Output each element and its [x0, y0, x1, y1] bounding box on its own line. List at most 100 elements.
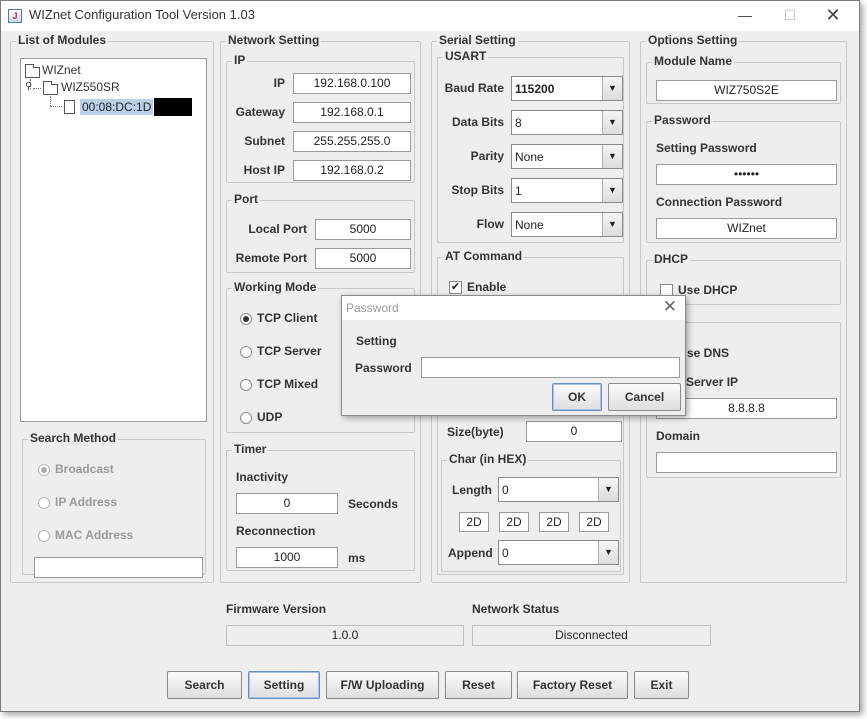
stop-bits-dropdown[interactable]: 1 ▼ — [511, 178, 623, 203]
tcp-mixed-radio[interactable] — [240, 379, 252, 391]
chevron-down-icon[interactable]: ▼ — [602, 145, 622, 168]
password-dialog: Password ✕ Setting Password OK Cancel — [341, 295, 686, 416]
gateway-field[interactable]: 192.168.0.1 — [293, 102, 411, 123]
length-value: 0 — [502, 483, 509, 497]
host-ip-label: Host IP — [243, 163, 285, 177]
search-method-title: Search Method — [28, 431, 119, 445]
mac-address-label: MAC Address — [55, 528, 134, 542]
reconnection-field[interactable]: 1000 — [236, 547, 338, 568]
dialog-title-bar: Password ✕ — [342, 296, 685, 320]
tcp-server-radio[interactable] — [240, 346, 252, 358]
firmware-version-label: Firmware Version — [226, 602, 327, 616]
dialog-title: Password — [346, 301, 399, 315]
exit-button[interactable]: Exit — [634, 671, 689, 699]
tree-node-device[interactable]: WIZ550SR — [61, 80, 120, 94]
network-setting-title: Network Setting — [226, 33, 322, 47]
network-status-label: Network Status — [472, 602, 560, 616]
data-bits-value: 8 — [515, 116, 522, 130]
baud-rate-dropdown[interactable]: 115200 ▼ — [511, 76, 623, 101]
hex-char-field[interactable]: 2D — [579, 512, 609, 532]
dialog-ok-button[interactable]: OK — [552, 383, 602, 411]
network-status-field: Disconnected — [472, 625, 711, 646]
tcp-mixed-label: TCP Mixed — [257, 377, 319, 391]
tree-node-root[interactable]: WIZnet — [42, 63, 81, 77]
close-icon[interactable]: ✕ — [819, 5, 847, 25]
setting-password-field[interactable]: •••••• — [656, 164, 837, 185]
tree-expand-icon[interactable]: ⚲ — [25, 81, 32, 92]
java-app-icon: J — [8, 9, 22, 23]
baud-rate-label: Baud Rate — [444, 81, 504, 95]
chevron-down-icon[interactable]: ▼ — [602, 111, 622, 134]
dialog-password-label: Password — [355, 361, 412, 375]
file-icon — [64, 100, 75, 114]
chevron-down-icon[interactable]: ▼ — [602, 77, 622, 100]
udp-label: UDP — [257, 410, 283, 424]
tree-connector — [50, 106, 62, 107]
hex-char-field[interactable]: 2D — [459, 512, 489, 532]
tcp-server-label: TCP Server — [257, 344, 322, 358]
hex-char-field[interactable]: 2D — [539, 512, 569, 532]
domain-field[interactable] — [656, 452, 837, 473]
append-label: Append — [448, 546, 493, 560]
subnet-field[interactable]: 255.255.255.0 — [293, 131, 411, 152]
ip-address-label: IP Address — [55, 495, 118, 509]
remote-port-field[interactable]: 5000 — [315, 248, 411, 269]
redaction-box — [154, 98, 192, 116]
chevron-down-icon[interactable]: ▼ — [602, 179, 622, 202]
host-ip-field[interactable]: 192.168.0.2 — [293, 160, 411, 181]
connection-password-field[interactable]: WIZnet — [656, 218, 837, 239]
mac-address-radio[interactable] — [38, 530, 50, 542]
length-dropdown[interactable]: 0 ▼ — [498, 477, 619, 502]
broadcast-radio[interactable] — [38, 464, 50, 476]
modules-panel-title: List of Modules — [16, 33, 108, 47]
append-value: 0 — [502, 546, 509, 560]
reconnection-label: Reconnection — [236, 524, 316, 538]
inactivity-field[interactable]: 0 — [236, 493, 338, 514]
module-tree[interactable]: WIZnet ⚲ WIZ550SR 00:08:DC:1D — [20, 58, 207, 422]
hex-char-field[interactable]: 2D — [499, 512, 529, 532]
at-enable-checkbox[interactable]: ✔ — [449, 281, 462, 294]
chevron-down-icon[interactable]: ▼ — [598, 541, 618, 564]
ip-address-radio[interactable] — [38, 497, 50, 509]
fw-uploading-button[interactable]: F/W Uploading — [326, 671, 439, 699]
ip-field[interactable]: 192.168.0.100 — [293, 73, 411, 94]
size-label: Size(byte) — [447, 425, 504, 439]
remote-port-label: Remote Port — [235, 251, 307, 265]
data-bits-dropdown[interactable]: 8 ▼ — [511, 110, 623, 135]
setting-button[interactable]: Setting — [248, 671, 320, 699]
tree-node-mac-selected[interactable]: 00:08:DC:1D — [80, 99, 154, 115]
maximize-icon[interactable]: ☐ — [776, 5, 804, 25]
local-port-field[interactable]: 5000 — [315, 219, 411, 240]
tree-connector — [33, 88, 41, 89]
size-field[interactable]: 0 — [526, 421, 622, 442]
local-port-label: Local Port — [248, 222, 307, 236]
stop-bits-value: 1 — [515, 184, 522, 198]
dhcp-group-title: DHCP — [652, 252, 691, 266]
stop-bits-label: Stop Bits — [451, 183, 504, 197]
parity-dropdown[interactable]: None ▼ — [511, 144, 623, 169]
dialog-close-icon[interactable]: ✕ — [663, 297, 677, 317]
factory-reset-button[interactable]: Factory Reset — [517, 671, 628, 699]
search-method-input[interactable] — [34, 557, 203, 578]
reset-button[interactable]: Reset — [445, 671, 512, 699]
folder-icon — [25, 64, 40, 78]
dialog-cancel-button[interactable]: Cancel — [608, 383, 681, 411]
udp-radio[interactable] — [240, 412, 252, 424]
inactivity-label: Inactivity — [236, 470, 289, 484]
chevron-down-icon[interactable]: ▼ — [598, 478, 618, 501]
minimize-icon[interactable]: — — [731, 5, 759, 25]
seconds-label: Seconds — [348, 497, 399, 511]
dialog-password-input[interactable] — [421, 357, 680, 378]
tcp-client-label: TCP Client — [257, 311, 318, 325]
tcp-client-radio[interactable] — [240, 313, 252, 325]
subnet-label: Subnet — [244, 134, 285, 148]
search-button[interactable]: Search — [167, 671, 242, 699]
flow-label: Flow — [476, 217, 504, 231]
append-dropdown[interactable]: 0 ▼ — [498, 540, 619, 565]
broadcast-label: Broadcast — [55, 462, 114, 476]
length-label: Length — [452, 483, 492, 497]
chevron-down-icon[interactable]: ▼ — [602, 213, 622, 236]
port-group-title: Port — [232, 192, 260, 206]
module-name-field[interactable]: WIZ750S2E — [656, 80, 837, 101]
flow-dropdown[interactable]: None ▼ — [511, 212, 623, 237]
